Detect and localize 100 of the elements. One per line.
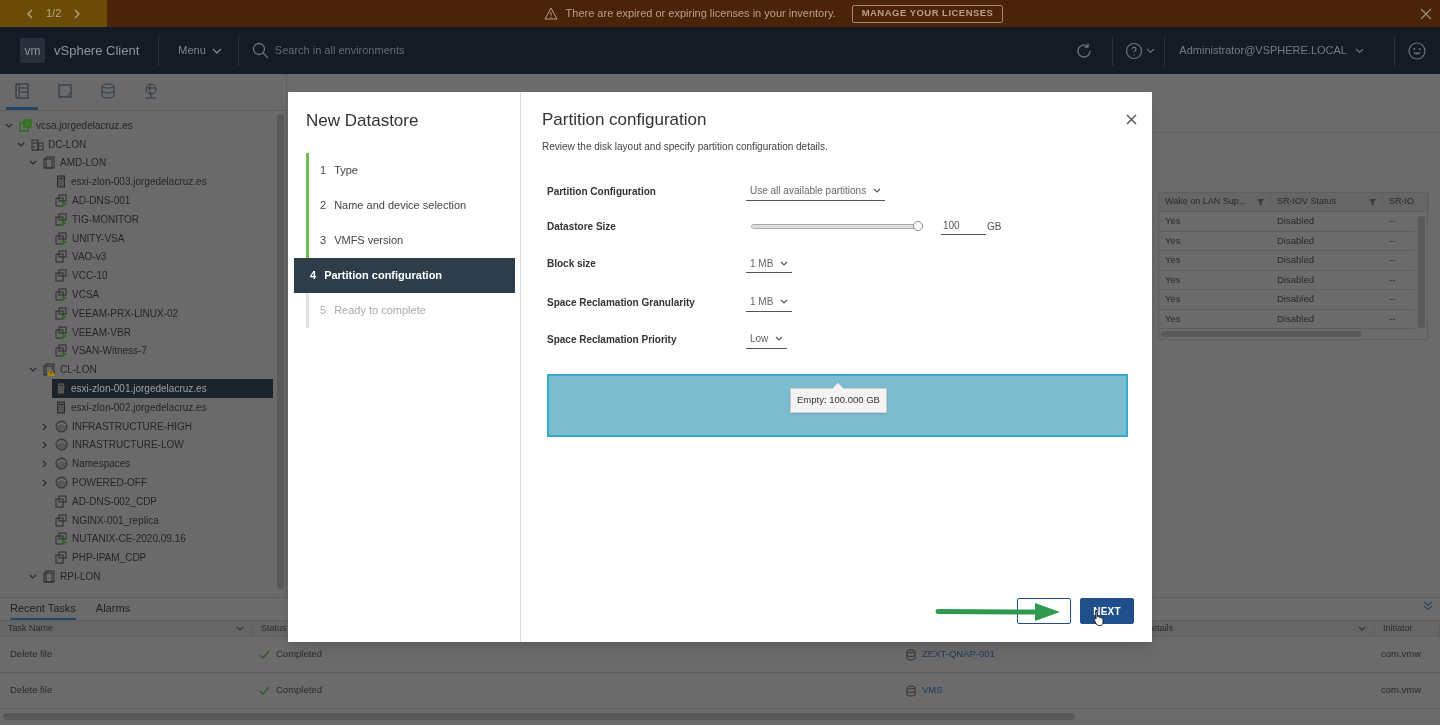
tree-item[interactable]: VSAN-Witness-7 (52, 341, 273, 361)
database-icon (906, 648, 916, 661)
slider-thumb[interactable] (913, 220, 923, 231)
manage-licenses-button[interactable]: MANAGE YOUR LICENSES (851, 4, 1004, 23)
dropdown[interactable]: Low (746, 329, 788, 349)
tree-item[interactable]: esxi-zlon-001.jorgedelacruz.es (52, 379, 273, 398)
dialog-title: New Datastore (306, 110, 420, 132)
wizard-step[interactable]: 1 Type (306, 152, 520, 188)
tree-item[interactable]: Namespaces (52, 454, 273, 474)
book-icon (14, 81, 30, 100)
tree-item[interactable]: INFRASTRUCTURE-HIGH (52, 416, 273, 436)
dropdown[interactable]: 1 MB (746, 292, 793, 312)
table-cell-text: Disabled (1276, 233, 1315, 248)
database-icon (100, 81, 116, 100)
target-link[interactable]: ZEXT-QNAP-001 (922, 647, 995, 662)
smiley-icon[interactable] (1408, 41, 1426, 60)
tree-item[interactable]: NUTANIX-CE-2020.09.16 (52, 529, 273, 549)
search-icon (251, 42, 269, 59)
tree-item[interactable]: INRASTRUCTURE-LOW (52, 435, 273, 455)
table-cell-text: com.vmw (1380, 647, 1423, 662)
wizard-step[interactable]: 4 Partition configuration (294, 257, 515, 293)
refresh-icon[interactable] (1075, 41, 1094, 60)
table-cell-text: -- (1388, 292, 1397, 307)
target-link[interactable]: VMS (922, 683, 943, 698)
tree-item[interactable]: VAO-v3 (52, 247, 273, 267)
tree-item[interactable]: AD-DNS-001 (52, 191, 273, 210)
wizard-step[interactable]: 2 Name and device selection (306, 187, 520, 223)
menu-button[interactable]: Menu (178, 42, 222, 59)
tree-item[interactable]: PHP-IPAM_CDP (52, 548, 273, 568)
filter-icon[interactable] (1257, 199, 1264, 205)
next-button[interactable]: NEXT (1080, 598, 1134, 624)
page-title: Partition configuration (542, 109, 708, 131)
close-icon[interactable] (1126, 114, 1137, 125)
logo: vm (20, 38, 45, 63)
resource-pool-icon (55, 419, 68, 433)
tree-item[interactable]: VEEAM-PRX-LINUX-02 (52, 303, 273, 323)
tree-item[interactable]: VCSA (52, 285, 273, 304)
tree-item[interactable]: AMD-LON (40, 153, 273, 173)
vcenter-icon (19, 118, 32, 132)
column-header[interactable]: Task Name (8, 621, 53, 636)
table-cell-text: Yes (1164, 292, 1182, 307)
size-field[interactable]: 100 (941, 217, 986, 235)
tree-item[interactable]: UNITY-VSA (52, 228, 273, 248)
field-label: Space Reclamation Priority (547, 332, 678, 347)
resource-pool-icon (55, 438, 68, 452)
tree-item[interactable]: RPI-LON (40, 567, 273, 586)
close-icon[interactable] (1420, 7, 1432, 20)
table-cell-text: Disabled (1276, 214, 1315, 229)
field-label: Datastore Size (547, 219, 617, 234)
caret-icon (1355, 47, 1364, 54)
dropdown[interactable]: Use all available partitions (746, 181, 886, 201)
table-cell-text: Disabled (1276, 272, 1315, 287)
filter-icon[interactable] (1369, 199, 1376, 205)
resource-pool-icon (55, 476, 68, 490)
tree-item[interactable]: AD-DNS-002_CDP (52, 491, 273, 511)
slider-track[interactable] (751, 223, 922, 229)
tree-item[interactable]: POWERED-OFF (52, 473, 273, 492)
server-icon (55, 382, 67, 396)
expand-icon[interactable] (41, 422, 49, 430)
tree-item[interactable]: DC-LON (28, 134, 273, 154)
expand-icon[interactable] (41, 460, 49, 468)
collapse-icon[interactable] (29, 366, 37, 374)
field-label: Block size (547, 257, 597, 271)
globe-icon (143, 81, 159, 100)
app-title: vSphere Client (54, 41, 140, 60)
help-button[interactable] (1125, 41, 1156, 60)
resource-pool-icon (55, 457, 68, 471)
tree-item[interactable]: esxi-zlon-002.jorgedelacruz.es (52, 397, 273, 417)
expand-icon[interactable] (41, 479, 49, 487)
tree-item[interactable]: vcsa.jorgedelacruz.es (16, 116, 273, 135)
caret-icon (775, 336, 784, 341)
tree-item[interactable]: CL-LON (40, 360, 273, 380)
table-cell-text: Yes (1164, 253, 1182, 268)
tree-item[interactable]: esxi-zlon-003.jorgedelacruz.es (52, 172, 273, 192)
tree-item[interactable]: TIG-MONITOR (52, 210, 273, 229)
search-field[interactable]: Search in all environments (274, 42, 525, 59)
collapse-icon[interactable] (17, 140, 25, 148)
next-icon[interactable] (73, 8, 82, 19)
collapse-icon[interactable] (5, 121, 13, 129)
collapse-icon[interactable] (29, 573, 37, 580)
field-label: Space Reclamation Granularity (547, 295, 696, 310)
table-cell-text: Yes (1164, 311, 1182, 326)
caret-icon[interactable] (236, 626, 244, 631)
user-menu[interactable]: Administrator@VSPHERE.LOCAL (1179, 42, 1364, 59)
table-cell-text: -- (1388, 272, 1397, 287)
caret-icon[interactable] (1358, 626, 1366, 631)
tree-item[interactable]: NGINX-001_replica (52, 510, 273, 530)
panel-tab[interactable]: Alarms (95, 598, 131, 620)
expand-icon[interactable] (41, 441, 49, 449)
tooltip-pointer-icon (832, 381, 845, 389)
dropdown[interactable]: 1 MB (746, 254, 793, 273)
server-icon (55, 400, 67, 414)
collapse-icon[interactable] (1423, 601, 1433, 611)
collapse-icon[interactable] (29, 159, 37, 167)
table-cell-text: -- (1388, 214, 1397, 229)
table-cell-text: -- (1388, 233, 1397, 248)
tree-item[interactable]: VEEAM-VBR (52, 322, 273, 342)
previous-icon[interactable] (26, 8, 34, 19)
tree-item[interactable]: VCC-10 (52, 266, 273, 286)
unit-label: GB (987, 219, 1002, 234)
